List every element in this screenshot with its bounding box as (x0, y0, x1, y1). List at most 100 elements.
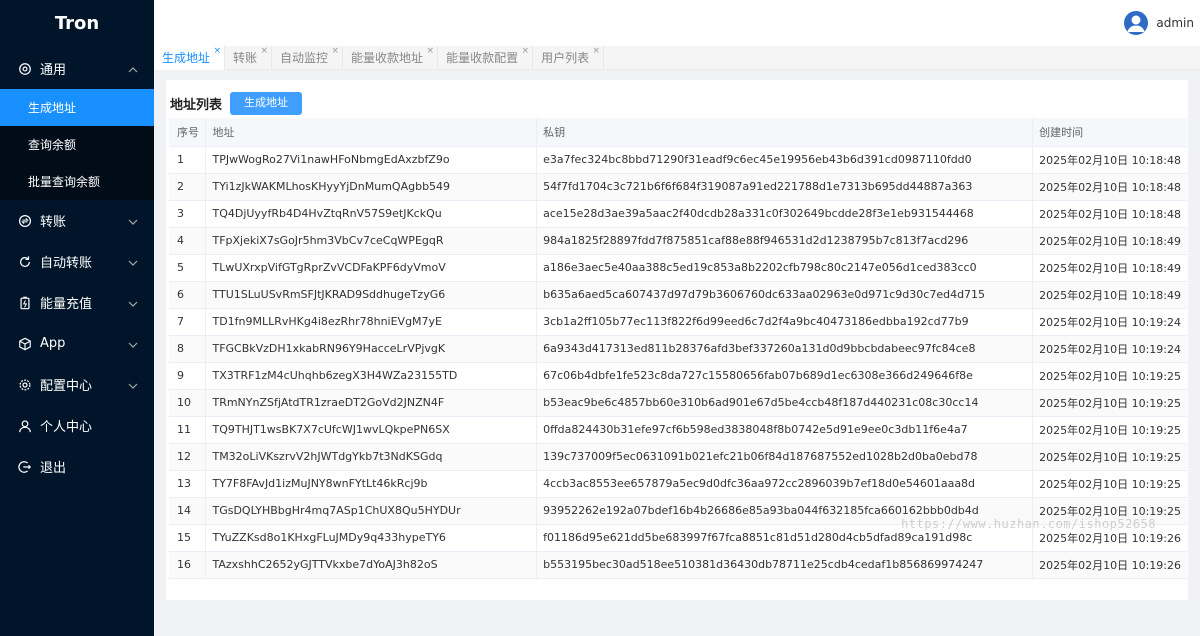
table-row: 13 TY7F8FAvJd1izMuJNY8wnFYtLt46kRcj9b 4ccb… (169, 470, 1187, 498)
chevron-down-icon (128, 216, 138, 226)
cell-no: 14 (169, 497, 206, 525)
cell-created: 2025年02月10日 10:18:49 (1032, 227, 1187, 255)
tab-energy-receive-address[interactable]: 能量收款地址 × (343, 46, 439, 70)
user-menu[interactable]: admin (1124, 11, 1194, 35)
table-row: 5 TLwUXrxpVifGTgRprZvVCDFaKPF6dyVmoV a186e… (169, 254, 1187, 282)
top-header: admin (154, 0, 1200, 46)
tab-user-list[interactable]: 用户列表 × (533, 46, 605, 70)
close-icon[interactable]: × (260, 39, 268, 63)
tab-label: 能量收款配置 (446, 51, 519, 65)
menu-item-logout[interactable]: 退出 (0, 446, 154, 487)
page-title: 地址列表 (170, 97, 223, 113)
menu-item-energy[interactable]: 能量充值 (0, 282, 154, 323)
cell-private-key: b53eac9be6c4857bb60e310b6ad901e67d5be4cc… (536, 389, 1033, 417)
menu-item-energy-label: 能量充值 (40, 297, 93, 312)
cell-private-key: e3a7fec324bc8bbd71290f31eadf9c6ec45e1995… (536, 146, 1033, 174)
tab-label: 能量收款地址 (351, 51, 424, 65)
chevron-down-icon (128, 339, 138, 349)
battery-icon (18, 296, 32, 310)
transfer-icon (18, 214, 32, 228)
cell-private-key: ace15e28d3ae39a5aac2f40dcdb28a331c0f3026… (536, 200, 1033, 228)
sub-item-generate-address[interactable]: 生成地址 (0, 89, 154, 126)
cell-no: 10 (169, 389, 206, 417)
menu-item-general[interactable]: 通用 (0, 48, 154, 89)
menu-item-profile[interactable]: 个人中心 (0, 405, 154, 446)
menu-item-auto-transfer[interactable]: 自动转账 (0, 241, 154, 282)
column-header-no: 序号 (169, 118, 206, 147)
menu-item-config[interactable]: 配置中心 (0, 364, 154, 405)
tab-label: 用户列表 (541, 51, 590, 65)
table-row: 12 TM32oLiVKszrvV2hJWTdgYkb7t3NdKSGdq 139c… (169, 443, 1187, 471)
table-row: 1 TPJwWogRo27Vi1nawHFoNbmgEdAxzbfZ9o e3a7f… (169, 146, 1187, 174)
cube-icon (18, 337, 32, 351)
cell-created: 2025年02月10日 10:19:24 (1032, 335, 1187, 363)
cell-private-key: a186e3aec5e40aa388c5ed19c853a8b2202cfb79… (536, 254, 1033, 282)
table-header-row: 序号 地址 私钥 创建时间 (169, 118, 1187, 147)
refresh-icon (18, 255, 32, 269)
tab-label: 转账 (233, 51, 258, 65)
close-icon[interactable]: × (593, 39, 601, 63)
app-logo-title: Tron (54, 13, 100, 34)
menu-item-app[interactable]: App (0, 323, 154, 364)
cell-address: TGsDQLYHBbgHr4mq7ASp1ChUX8Qu5HYDUr (205, 497, 537, 525)
cell-created: 2025年02月10日 10:19:25 (1032, 389, 1187, 417)
menu-item-transfer[interactable]: 转账 (0, 200, 154, 241)
cell-address: TFpXjekiX7sGoJr5hm3VbCv7ceCqWPEgqR (205, 227, 537, 255)
chevron-down-icon (128, 380, 138, 390)
cell-private-key: 3cb1a2ff105b77ec113f822f6d99eed6c7d2f4a9… (536, 308, 1033, 336)
cell-no: 6 (169, 281, 206, 309)
tab-label: 自动监控 (280, 51, 329, 65)
cell-private-key: b635a6aed5ca607437d97d79b3606760dc633aa0… (536, 281, 1033, 309)
sidebar: Tron 通用 生成地址 查询余额 批量查询余额 转账 自动转账 能量充值 Ap… (0, 0, 154, 636)
cell-created: 2025年02月10日 10:18:48 (1032, 146, 1187, 174)
submenu-general: 生成地址 查询余额 批量查询余额 (0, 89, 154, 200)
sub-item-query-balance[interactable]: 查询余额 (0, 126, 154, 163)
cell-no: 9 (169, 362, 206, 390)
address-table: 序号 地址 私钥 创建时间 1 TPJwWogRo27Vi1nawHFoNbmgE… (169, 118, 1187, 579)
generate-address-button[interactable]: 生成地址 (230, 91, 303, 115)
cell-created: 2025年02月10日 10:19:25 (1032, 362, 1187, 390)
cell-no: 3 (169, 200, 206, 228)
menu-item-profile-label: 个人中心 (40, 420, 93, 435)
tab-energy-receive-config[interactable]: 能量收款配置 × (438, 46, 534, 70)
gear-icon (18, 378, 32, 392)
cell-address: TFGCBkVzDH1xkabRN96Y9HacceLrVPjvgK (205, 335, 537, 363)
table-row: 3 TQ4DjUyyfRb4D4HvZtqRnV57S9etJKckQu ace15… (169, 200, 1187, 228)
close-icon[interactable]: × (332, 39, 340, 63)
cell-created: 2025年02月10日 10:18:49 (1032, 281, 1187, 309)
cell-private-key: 984a1825f28897fdd7f875851caf88e88f946531… (536, 227, 1033, 255)
table-row: 7 TD1fn9MLLRvHKg4i8ezRhr78hniEVgM7yE 3cb1a… (169, 308, 1187, 336)
cell-created: 2025年02月10日 10:19:24 (1032, 308, 1187, 336)
tab-generate-address[interactable]: 生成地址 × (154, 46, 226, 70)
menu-group-general: 通用 生成地址 查询余额 批量查询余额 (0, 48, 154, 200)
table-row: 8 TFGCBkVzDH1xkabRN96Y9HacceLrVPjvgK 6a934… (169, 335, 1187, 363)
menu-item-logout-label: 退出 (40, 461, 67, 476)
user-avatar-icon (1124, 11, 1149, 35)
menu-item-auto-transfer-label: 自动转账 (40, 256, 93, 271)
column-header-address: 地址 (205, 118, 537, 147)
chevron-down-icon (128, 298, 138, 308)
close-icon[interactable]: × (213, 39, 221, 63)
settings-icon (18, 62, 32, 76)
cell-no: 11 (169, 416, 206, 444)
menu-item-transfer-label: 转账 (40, 215, 67, 230)
close-icon[interactable]: × (522, 39, 530, 63)
cell-created: 2025年02月10日 10:19:25 (1032, 416, 1187, 444)
close-icon[interactable]: × (427, 39, 435, 63)
cell-address: TLwUXrxpVifGTgRprZvVCDFaKPF6dyVmoV (205, 254, 537, 282)
cell-private-key: 6a9343d417313ed811b28376afd3bef337260a13… (536, 335, 1033, 363)
cell-address: TTU1SLuUSvRmSFJtJKRAD9SddhugeTzyG6 (205, 281, 537, 309)
table-row: 11 TQ9THJT1wsBK7X7cUfcWJ1wvLQkpePN6SX 0ffd… (169, 416, 1187, 444)
cell-no: 2 (169, 173, 206, 201)
cell-address: TRmNYnZSfjAtdTR1zraeDT2GoVd2JNZN4F (205, 389, 537, 417)
cell-created: 2025年02月10日 10:18:49 (1032, 254, 1187, 282)
cell-address: TAzxshhC2652yGJTTVkxbe7dYoAJ3h82oS (205, 551, 537, 579)
tab-auto-monitor[interactable]: 自动监控 × (272, 46, 344, 70)
toolbar: 地址列表 生成地址 (166, 86, 1188, 120)
table-row: 10 TRmNYnZSfjAtdTR1zraeDT2GoVd2JNZN4F b53e… (169, 389, 1187, 417)
menu-item-config-label: 配置中心 (40, 379, 93, 394)
tab-transfer[interactable]: 转账 × (225, 46, 273, 70)
sub-item-batch-query-balance[interactable]: 批量查询余额 (0, 163, 154, 200)
user-icon (18, 419, 32, 433)
menu-item-app-label: App (40, 336, 66, 351)
